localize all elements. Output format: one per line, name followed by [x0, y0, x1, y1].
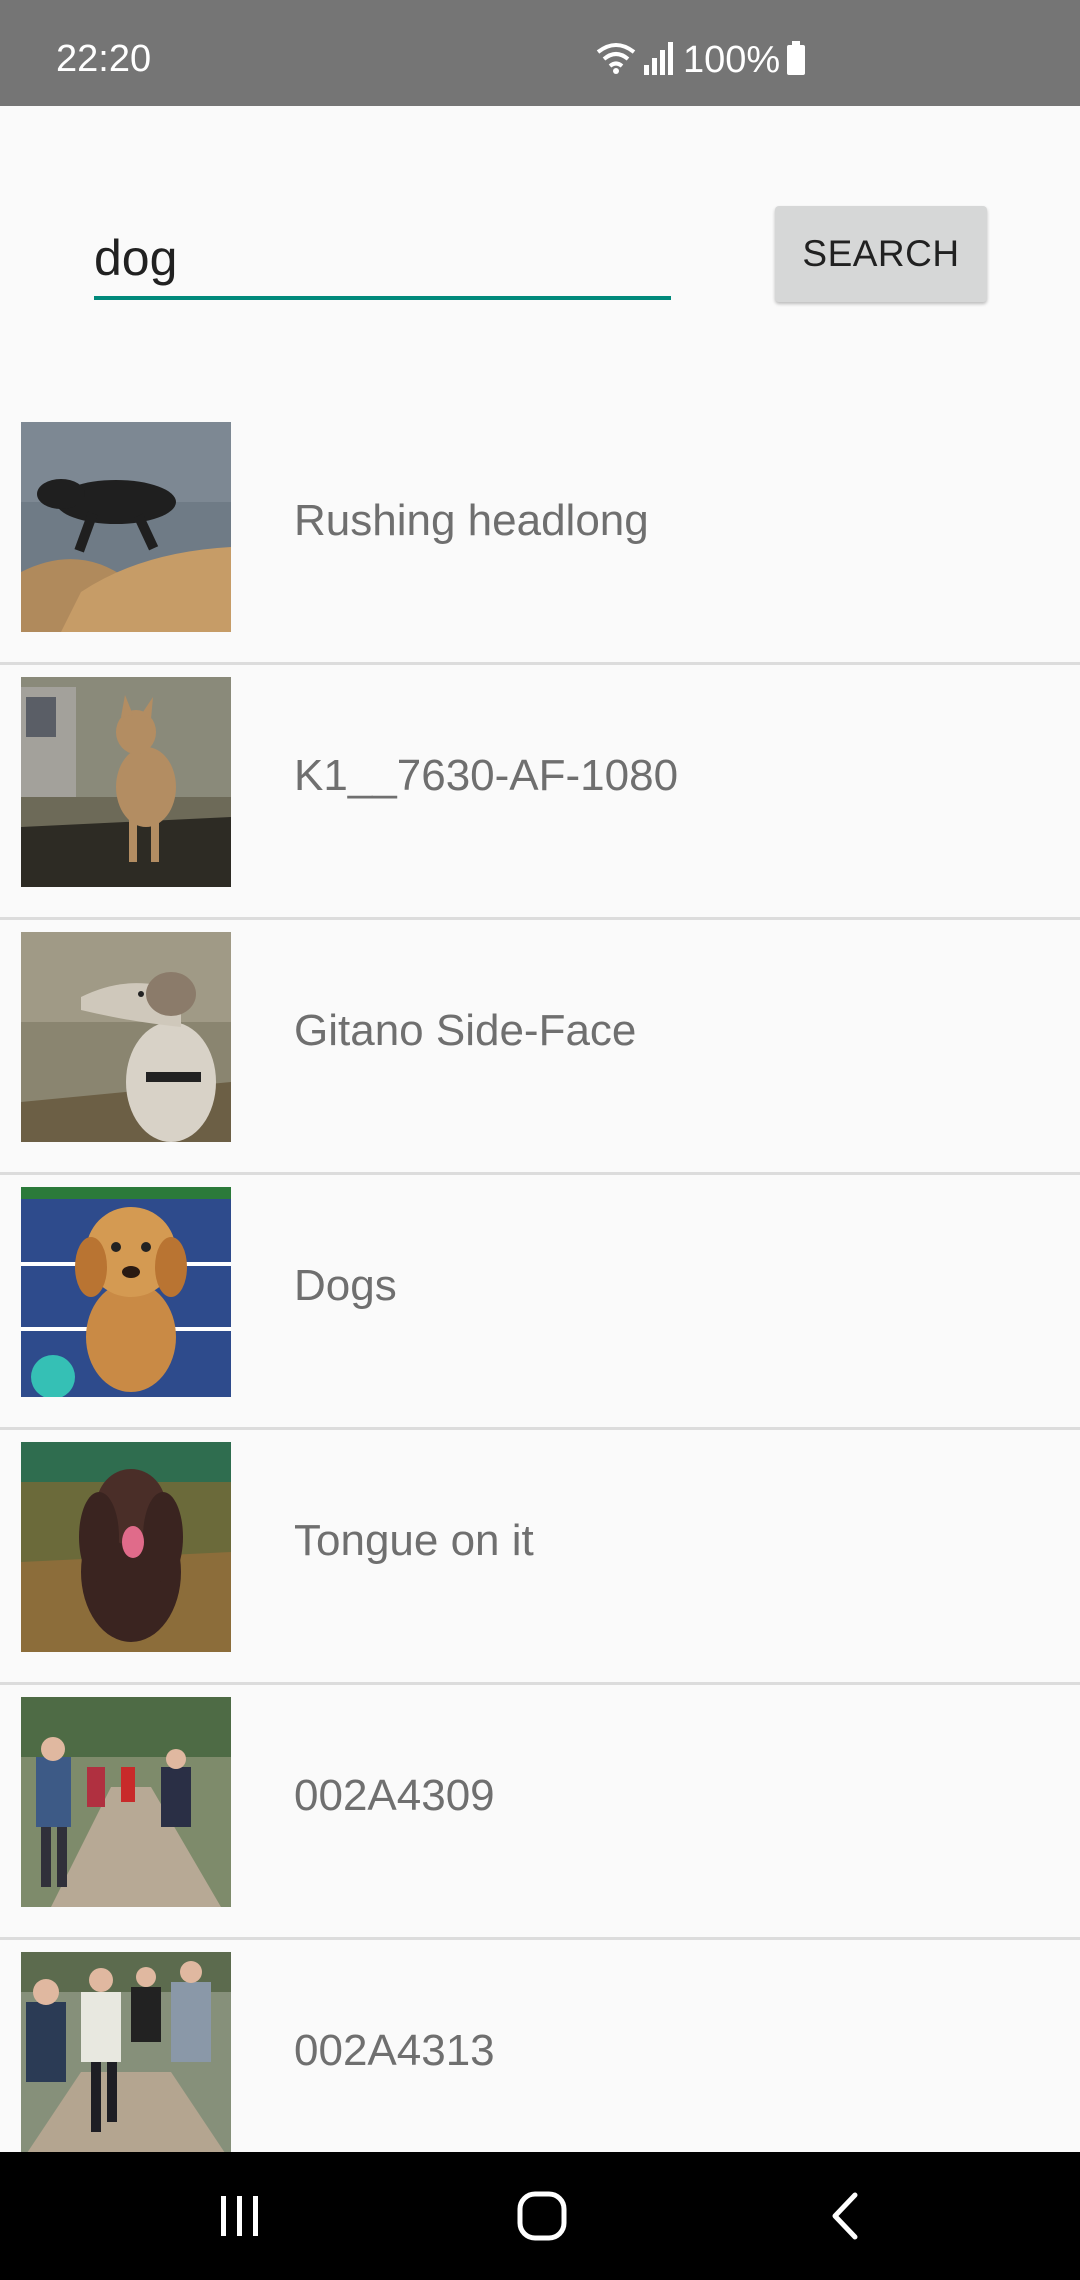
search-button[interactable]: SEARCH — [775, 206, 987, 302]
list-item[interactable]: 002A4313 — [0, 1940, 1080, 2152]
list-item[interactable]: 002A4309 — [0, 1685, 1080, 1940]
thumbnail-image — [21, 1187, 231, 1397]
battery-icon — [786, 40, 806, 80]
list-item-title: Gitano Side-Face — [294, 1006, 637, 1055]
list-item[interactable]: K1__7630-AF-1080 — [0, 665, 1080, 920]
status-icons: 100% — [595, 40, 806, 80]
battery-percent: 100% — [683, 39, 781, 81]
list-item-title: K1__7630-AF-1080 — [294, 751, 679, 800]
thumbnail-image — [21, 422, 231, 632]
thumbnail-image — [21, 1697, 231, 1907]
list-item[interactable]: Rushing headlong — [0, 410, 1080, 665]
list-item[interactable]: Gitano Side-Face — [0, 920, 1080, 1175]
home-icon[interactable] — [502, 2186, 582, 2246]
list-item-title: Dogs — [294, 1261, 397, 1310]
navigation-bar — [0, 2152, 1080, 2280]
list-item-title: Rushing headlong — [294, 496, 649, 545]
list-item-title: 002A4313 — [294, 2026, 495, 2075]
thumbnail-image — [21, 1952, 231, 2152]
status-bar: 22:20 100% — [0, 0, 1080, 106]
recents-icon[interactable] — [200, 2186, 280, 2246]
status-time: 22:20 — [56, 38, 152, 80]
thumbnail-image — [21, 677, 231, 887]
thumbnail-image — [21, 1442, 231, 1652]
list-item-title: 002A4309 — [294, 1771, 495, 1820]
list-item[interactable]: Dogs — [0, 1175, 1080, 1430]
thumbnail-image — [21, 932, 231, 1142]
wifi-icon — [595, 40, 637, 81]
list-item[interactable]: Tongue on it — [0, 1430, 1080, 1685]
result-list[interactable]: Rushing headlong K1__7630-AF-1080 Gitano… — [0, 410, 1080, 2152]
search-input[interactable] — [94, 220, 671, 300]
signal-icon — [643, 41, 673, 80]
back-icon[interactable] — [805, 2186, 885, 2246]
list-item-title: Tongue on it — [294, 1516, 534, 1565]
